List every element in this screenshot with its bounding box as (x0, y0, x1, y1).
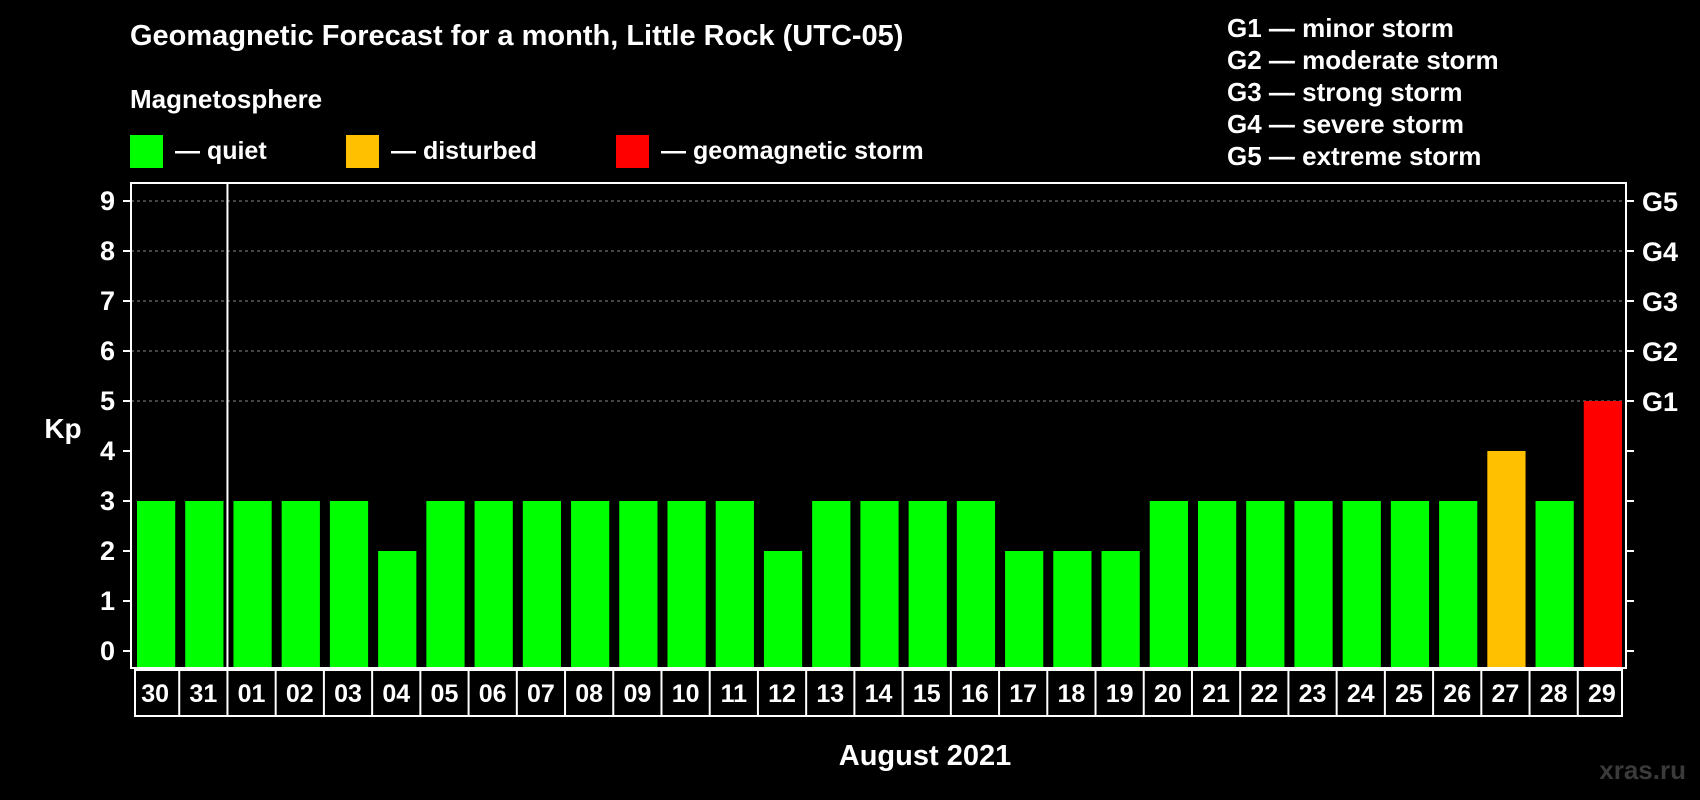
y-tick-label-9: 9 (100, 186, 115, 216)
grid-lines (131, 200, 1626, 402)
x-tick-label-15: 15 (913, 680, 941, 708)
x-tick-label-11: 11 (721, 680, 748, 708)
bar-30 (137, 501, 176, 668)
x-tick-label-26: 26 (1443, 680, 1471, 708)
y-tick-label-7: 7 (100, 286, 115, 316)
x-axis-label: August 2021 (839, 740, 1011, 772)
bar-03 (329, 501, 369, 668)
x-tick-label-31: 31 (189, 680, 217, 708)
x-tick-label-07: 07 (527, 680, 555, 708)
x-tick-label-20: 20 (1154, 680, 1182, 708)
x-tick-labels: 30 31 01 02 03 04 05 06 07 08 09 10 11 12 13 14 15 16 17 18… (134, 669, 1623, 717)
bar-16 (956, 501, 996, 668)
bar-06 (474, 501, 513, 668)
y-tick-label-0: 0 (100, 636, 115, 666)
g-level-label-G4: G4 (1642, 237, 1678, 267)
y-tick-label-1: 1 (100, 586, 115, 616)
x-tick-label-09: 09 (623, 680, 651, 708)
bar-08 (571, 501, 610, 668)
bar-11 (715, 501, 754, 668)
y-tick-label-3: 3 (100, 486, 115, 516)
bar-27 (1487, 451, 1526, 668)
x-tick-label-10: 10 (672, 680, 700, 708)
x-tick-label-24: 24 (1347, 680, 1375, 708)
x-tick-label-19: 19 (1106, 680, 1134, 708)
x-tick-label-01: 01 (238, 680, 266, 708)
x-tick-label-28: 28 (1540, 680, 1568, 708)
watermark: xras.ru (1599, 755, 1686, 785)
bar-01 (233, 501, 272, 668)
bar-25 (1390, 501, 1430, 668)
x-tick-label-17: 17 (1009, 680, 1037, 708)
bar-02 (281, 501, 320, 668)
bar-26 (1439, 501, 1478, 668)
g-level-label-G1: G1 (1642, 387, 1678, 417)
x-tick-label-29: 29 (1588, 680, 1616, 708)
bar-14 (860, 501, 899, 668)
bar-20 (1149, 501, 1188, 668)
x-tick-label-14: 14 (865, 680, 893, 708)
y-tick-label-2: 2 (100, 536, 115, 566)
bar-23 (1294, 501, 1333, 668)
x-tick-label-12: 12 (768, 680, 796, 708)
x-tick-label-18: 18 (1057, 680, 1085, 708)
x-tick-label-02: 02 (286, 680, 314, 708)
y-tick-label-6: 6 (100, 336, 115, 366)
kp-bar-chart: 0123456789G1G2G3G4G5 30 31 01 02 03 04 05 06 07 0… (44, 182, 1678, 772)
x-tick-label-21: 21 (1202, 680, 1230, 708)
x-tick-label-16: 16 (961, 680, 989, 708)
x-tick-label-05: 05 (431, 680, 459, 708)
x-tick-label-04: 04 (382, 680, 410, 708)
y-tick-label-5: 5 (100, 386, 115, 416)
x-tick-label-06: 06 (479, 680, 507, 708)
bar-12 (763, 551, 803, 668)
x-tick-label-13: 13 (816, 680, 844, 708)
x-tick-label-22: 22 (1250, 680, 1278, 708)
y-tick-label-8: 8 (100, 236, 115, 266)
bar-28 (1535, 501, 1574, 668)
bar-29 (1583, 401, 1622, 668)
x-tick-label-23: 23 (1299, 680, 1327, 708)
bar-21 (1197, 501, 1237, 668)
y-axis-label: Kp (44, 413, 81, 444)
x-tick-label-30: 30 (141, 680, 169, 708)
x-tick-label-08: 08 (575, 680, 603, 708)
bar-22 (1246, 501, 1285, 668)
bar-09 (619, 501, 658, 668)
bar-13 (812, 501, 851, 668)
g-level-label-G2: G2 (1642, 337, 1678, 367)
y-tick-label-4: 4 (100, 436, 115, 466)
bar-17 (1005, 551, 1044, 668)
g-level-label-G5: G5 (1642, 187, 1678, 217)
bar-04 (378, 551, 417, 668)
g-level-label-G3: G3 (1642, 287, 1678, 317)
bar-24 (1342, 501, 1381, 668)
bar-19 (1101, 551, 1140, 668)
bar-18 (1053, 551, 1092, 668)
bar-15 (908, 501, 947, 668)
bar-10 (667, 501, 706, 668)
x-tick-label-25: 25 (1395, 680, 1423, 708)
x-tick-label-27: 27 (1492, 680, 1520, 708)
bars (137, 401, 1622, 668)
bar-05 (426, 501, 465, 668)
bar-31 (185, 501, 224, 668)
x-tick-label-03: 03 (334, 680, 362, 708)
bar-07 (522, 501, 562, 668)
